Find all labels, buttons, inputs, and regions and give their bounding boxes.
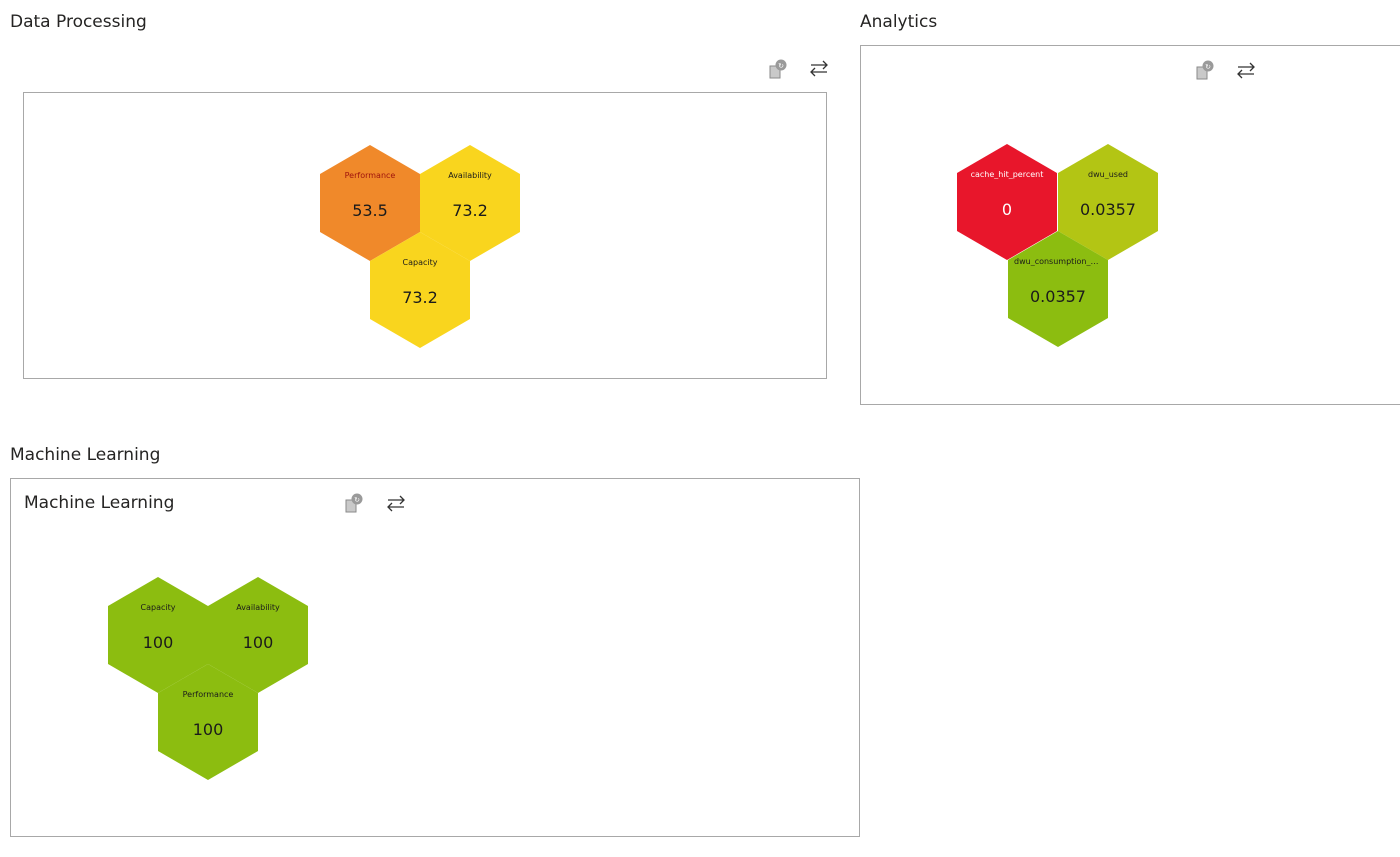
tile-label: cache_hit_percent xyxy=(970,170,1044,179)
tile-value: 0 xyxy=(1001,200,1013,219)
refresh-data-icon[interactable]: ↻ xyxy=(767,58,789,80)
tile-value: 100 xyxy=(142,633,174,652)
tile-label: dwu_used xyxy=(1088,170,1128,179)
tile-label: Capacity xyxy=(402,258,438,267)
section-title-analytics: Analytics xyxy=(860,12,938,32)
tile-value: 0.0357 xyxy=(1030,287,1086,306)
refresh-data-icon[interactable]: ↻ xyxy=(1194,59,1216,81)
section-title-machine-learning: Machine Learning xyxy=(10,445,161,465)
panel-title: Machine Learning xyxy=(24,493,175,513)
svg-text:↻: ↻ xyxy=(778,62,784,70)
tile-label: Performance xyxy=(182,690,234,699)
machine-learning-panel: Machine Learning ↻ Capacity 100 Availabi… xyxy=(10,478,860,837)
hex-tile-capacity[interactable]: Capacity 73.2 xyxy=(370,232,470,348)
section-title-data-processing: Data Processing xyxy=(10,12,147,32)
tile-label: Availability xyxy=(448,171,492,180)
tile-value: 0.0357 xyxy=(1080,200,1136,219)
svg-text:↻: ↻ xyxy=(354,496,360,504)
data-processing-panel: Performance 53.5 Availability 73.2 Capac… xyxy=(23,92,827,379)
tile-label: Performance xyxy=(344,171,396,180)
hex-tile-dwu-consumption[interactable]: dwu_consumption_pe... 0.0357 xyxy=(1008,231,1108,347)
hex-tile-performance[interactable]: Performance 100 xyxy=(158,664,258,780)
tile-value: 53.5 xyxy=(352,201,388,220)
tile-value: 100 xyxy=(192,720,224,739)
svg-text:↻: ↻ xyxy=(1205,63,1211,71)
swap-arrows-icon[interactable] xyxy=(385,492,407,514)
refresh-data-icon[interactable]: ↻ xyxy=(343,492,365,514)
tile-value: 100 xyxy=(242,633,274,652)
swap-arrows-icon[interactable] xyxy=(808,57,830,79)
swap-arrows-icon[interactable] xyxy=(1235,59,1257,81)
tile-label: Capacity xyxy=(140,603,176,612)
tile-label: dwu_consumption_pe... xyxy=(1014,257,1102,266)
analytics-panel: ↻ cache_hit_percent 0 dwu_used 0.0357 dw… xyxy=(860,45,1400,405)
tile-value: 73.2 xyxy=(452,201,488,220)
tile-label: Availability xyxy=(236,603,280,612)
tile-value: 73.2 xyxy=(402,288,438,307)
